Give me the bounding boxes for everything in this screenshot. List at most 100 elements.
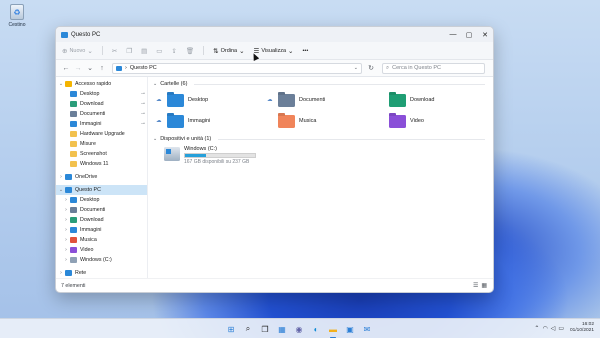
group-divider [194,83,485,85]
file-explorer-icon[interactable]: ▬ [326,322,340,338]
mail-icon[interactable]: ✉ [360,322,374,336]
folder-item[interactable]: ☁ Documenti [267,93,378,107]
folder-item[interactable]: ☁ Immagini [156,114,267,128]
trash-icon: 🗑 [185,47,195,55]
chevron-right-icon[interactable]: › [62,237,70,243]
sidebar-item[interactable]: › Video [56,245,147,255]
refresh-button[interactable]: ↻ [364,64,378,72]
folder-label: Immagini [188,118,211,124]
scissors-icon: ✂ [111,47,118,55]
drive-c-item[interactable]: Windows (C:) 167 GB disponibili su 237 G… [153,146,493,165]
speaker-icon[interactable]: ◁ [551,325,556,332]
maximize-button[interactable]: ▢ [461,27,477,42]
folders-grid: ☁ Desktop ☁ Documenti Download ☁ Immagini Music… [153,93,493,128]
sidebar-item[interactable]: › Desktop [56,195,147,205]
sidebar-item[interactable]: Windows 11 [56,159,147,169]
chevron-right-icon[interactable]: › [62,217,70,223]
minimize-button[interactable]: — [445,27,461,42]
title-bar[interactable]: Questo PC — ▢ ✕ [56,27,493,42]
sidebar-item[interactable]: ⌄ Accesso rapido [56,79,147,89]
recycle-bin-shortcut[interactable]: ♻ Cestino [4,4,30,28]
sidebar-item[interactable]: Immagini ⊸ [56,119,147,129]
sidebar-item[interactable]: › OneDrive [56,172,147,182]
chevron-right-icon[interactable]: › [62,227,70,233]
store-icon[interactable]: ▣ [343,322,357,336]
search-input[interactable]: ⌕ Cerca in Questo PC [382,62,485,74]
tiles-view-icon[interactable]: ▦ [481,282,487,289]
folder-label: Desktop [188,97,209,103]
chevron-right-icon[interactable]: › [62,197,70,203]
sidebar-item[interactable]: Documenti ⊸ [56,109,147,119]
search-icon[interactable]: ⌕ [241,322,255,336]
sidebar-item[interactable]: Desktop ⊸ [56,89,147,99]
chevron-right-icon[interactable]: › [57,174,65,180]
drive-free-space: 167 GB disponibili su 237 GB [184,159,250,165]
task-view-icon[interactable]: ❐ [258,322,272,336]
chevron-down-icon[interactable]: ⌄ [57,187,65,193]
copy-button[interactable]: ❐ [126,47,132,55]
sidebar-item[interactable]: › Documenti [56,205,147,215]
devices-group-header[interactable]: ⌄ Dispositivi e unità (1) [153,134,493,144]
chevron-right-icon[interactable]: › [62,247,70,253]
paste-button[interactable]: ▤ [141,47,147,55]
clipboard-icon: ▤ [141,47,148,55]
cloud-sync-icon: ☁ [156,97,162,103]
sidebar-item[interactable]: Misure [56,139,147,149]
forward-button[interactable]: → [72,65,84,72]
view-button[interactable]: ☰ Visualizza ⌄ [254,47,294,55]
folder-item[interactable]: Musica [267,114,378,128]
chevron-up-icon[interactable]: ⌃ [534,325,539,332]
new-button[interactable]: ⊕ Nuovo ⌄ [62,47,93,55]
details-view-icon[interactable]: ☰ [473,282,478,289]
sidebar-item[interactable]: › Rete [56,268,147,278]
breadcrumb-this-pc[interactable]: Questo PC [130,65,157,71]
address-bar-row: ← → ⌄ ↑ › Questo PC ⌄ ↻ ⌕ Cerca in Quest… [56,60,493,77]
cut-button[interactable]: ✂ [112,47,117,55]
rename-button[interactable]: ▭ [156,47,162,55]
sidebar-item[interactable]: Hardware Upgrade [56,129,147,139]
clock[interactable]: 16:02 01/10/2021 [570,322,594,334]
sidebar-item-label: Video [80,247,94,253]
edge-icon[interactable]: ◐ [309,322,323,336]
folders-group-header[interactable]: ⌄ Cartelle (6) [153,79,493,89]
ellipsis-icon: ••• [302,47,309,54]
wifi-icon[interactable]: ◠ [542,325,547,332]
this-pc-icon [61,31,68,38]
start-icon[interactable]: ⊞ [224,322,238,336]
battery-icon[interactable]: ▭ [558,325,564,332]
widgets-icon[interactable]: ▦ [275,322,289,336]
sidebar-item[interactable]: › Download [56,215,147,225]
delete-button[interactable]: 🗑 [186,47,194,55]
share-button[interactable]: ⇪ [171,47,176,55]
sort-button[interactable]: ⇅ Ordina ⌄ [213,47,244,55]
folder-icon [70,227,77,233]
folder-icon [389,93,406,107]
chevron-right-icon[interactable]: › [62,257,70,263]
arrow-left-icon: ← [62,64,70,72]
chevron-right-icon[interactable]: › [62,207,70,213]
chat-icon[interactable]: ◉ [292,322,306,336]
sidebar-item[interactable]: Screenshot [56,149,147,159]
folder-item[interactable]: ☁ Desktop [156,93,267,107]
folder-item[interactable]: Video [378,114,489,128]
sidebar-item[interactable]: › Musica [56,235,147,245]
chevron-down-icon[interactable]: ⌄ [57,81,65,87]
chevron-right-icon[interactable]: › [57,270,65,276]
more-options-button[interactable]: ••• [303,48,309,54]
sidebar-item[interactable]: Download ⊸ [56,99,147,109]
up-button[interactable]: ↑ [96,65,108,72]
plus-circle-icon: ⊕ [62,47,68,55]
address-bar[interactable]: › Questo PC ⌄ [112,62,362,74]
search-placeholder: Cerca in Questo PC [392,65,442,71]
folder-item[interactable]: Download [378,93,489,107]
chevron-down-icon[interactable]: ⌄ [354,65,358,71]
back-button[interactable]: ← [60,65,72,72]
folder-icon [70,197,77,203]
chevron-down-icon: ⌄ [87,47,93,55]
folder-label: Download [410,97,435,103]
recent-locations-button[interactable]: ⌄ [84,64,96,72]
close-button[interactable]: ✕ [477,27,493,42]
sidebar-item[interactable]: › Windows (C:) [56,255,147,265]
sidebar-item[interactable]: ⌄ Questo PC [56,185,147,195]
sidebar-item[interactable]: › Immagini [56,225,147,235]
